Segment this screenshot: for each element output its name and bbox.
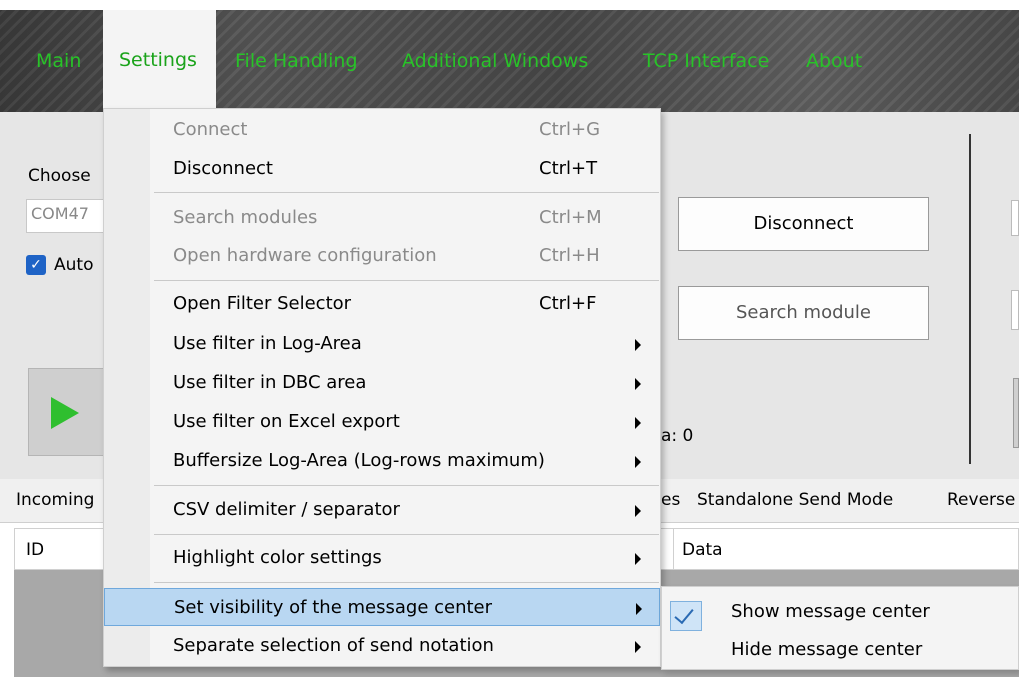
menu-item-shortcut: Ctrl+T xyxy=(539,158,598,179)
menu-separator xyxy=(154,280,659,281)
tab-standalone-send-mode[interactable]: Standalone Send Mode xyxy=(697,490,893,510)
submenu-arrow-icon xyxy=(635,417,641,429)
menu-separator xyxy=(154,485,659,486)
menu-item-label: Open Filter Selector xyxy=(173,293,352,314)
menu-item-label: Highlight color settings xyxy=(173,547,382,568)
search-module-button[interactable]: Search module xyxy=(678,286,929,340)
menu-settings[interactable]: Settings xyxy=(103,10,216,112)
submenu-arrow-icon xyxy=(635,505,641,517)
settings-dropdown: Connect Ctrl+G Disconnect Ctrl+T Search … xyxy=(103,108,661,667)
menu-about[interactable]: About xyxy=(806,49,862,73)
menu-separator xyxy=(154,582,659,583)
menu-settings-label: Settings xyxy=(119,49,197,71)
menu-item-shortcut: Ctrl+M xyxy=(539,207,602,228)
column-id[interactable]: ID xyxy=(26,540,44,560)
menu-item-use-filter-log-area[interactable]: Use filter in Log-Area xyxy=(104,325,660,363)
message-center-submenu: Show message center Hide message center xyxy=(661,586,1019,670)
port-select-value: COM47 xyxy=(31,204,89,223)
menu-tcp-interface[interactable]: TCP Interface xyxy=(643,49,769,73)
menu-item-shortcut: Ctrl+F xyxy=(539,293,597,314)
menu-main[interactable]: Main xyxy=(36,49,81,73)
right-field-edge-2[interactable] xyxy=(1011,290,1019,330)
tab-partial[interactable]: es xyxy=(661,490,680,510)
menu-file-handling[interactable]: File Handling xyxy=(235,49,358,73)
menu-item-connect[interactable]: Connect Ctrl+G xyxy=(104,111,660,149)
menu-item-label: Use filter in Log-Area xyxy=(173,333,362,354)
column-divider xyxy=(673,528,674,570)
menu-item-label: Open hardware configuration xyxy=(173,245,437,266)
tab-incoming[interactable]: Incoming xyxy=(16,490,94,510)
menu-item-open-hardware-configuration[interactable]: Open hardware configuration Ctrl+H xyxy=(104,237,660,275)
menu-item-label: Search modules xyxy=(173,207,318,228)
data-count-label: a: 0 xyxy=(661,426,694,446)
submenu-arrow-icon xyxy=(636,603,642,615)
panel-divider xyxy=(969,134,971,464)
menu-item-send-notation[interactable]: Separate selection of send notation xyxy=(104,627,660,665)
window-top-edge xyxy=(0,0,1019,10)
menu-item-disconnect[interactable]: Disconnect Ctrl+T xyxy=(104,150,660,188)
submenu-arrow-icon xyxy=(635,339,641,351)
menu-item-buffersize-log-area[interactable]: Buffersize Log-Area (Log-rows maximum) xyxy=(104,442,660,480)
tab-reverse[interactable]: Reverse xyxy=(947,490,1015,510)
auto-checkbox-label: Auto xyxy=(54,255,94,275)
menu-item-csv-delimiter[interactable]: CSV delimiter / separator xyxy=(104,491,660,529)
choose-port-label: Choose xyxy=(28,166,91,186)
disconnect-button[interactable]: Disconnect xyxy=(678,197,929,251)
menu-item-label: Separate selection of send notation xyxy=(173,635,494,656)
menu-item-message-center-visibility[interactable]: Set visibility of the message center xyxy=(104,588,660,626)
menu-item-label: CSV delimiter / separator xyxy=(173,499,400,520)
auto-checkbox[interactable]: ✓ xyxy=(26,255,46,275)
menu-item-label: Buffersize Log-Area (Log-rows maximum) xyxy=(173,450,545,471)
menu-item-label: Use filter in DBC area xyxy=(173,372,367,393)
menu-item-label: Use filter on Excel export xyxy=(173,411,400,432)
menu-item-shortcut: Ctrl+H xyxy=(539,245,600,266)
menu-item-search-modules[interactable]: Search modules Ctrl+M xyxy=(104,199,660,237)
menu-item-label: Disconnect xyxy=(173,158,273,179)
column-data[interactable]: Data xyxy=(682,540,723,560)
menu-item-label: Set visibility of the message center xyxy=(174,597,493,618)
submenu-arrow-icon xyxy=(635,378,641,390)
right-button-edge[interactable] xyxy=(1013,378,1019,448)
menu-item-open-filter-selector[interactable]: Open Filter Selector Ctrl+F xyxy=(104,285,660,323)
submenu-arrow-icon xyxy=(635,553,641,565)
submenu-arrow-icon xyxy=(635,641,641,653)
menu-item-use-filter-dbc-area[interactable]: Use filter in DBC area xyxy=(104,364,660,402)
menu-separator xyxy=(154,534,659,535)
right-field-edge[interactable] xyxy=(1011,200,1019,236)
menu-item-use-filter-excel-export[interactable]: Use filter on Excel export xyxy=(104,403,660,441)
menu-item-label: Connect xyxy=(173,119,248,140)
menu-additional-windows[interactable]: Additional Windows xyxy=(402,49,588,73)
submenu-item-show-message-center[interactable]: Show message center xyxy=(662,593,1018,631)
play-icon xyxy=(51,397,79,429)
submenu-item-label: Hide message center xyxy=(731,639,923,660)
submenu-item-hide-message-center[interactable]: Hide message center xyxy=(662,631,1018,669)
menu-item-highlight-color-settings[interactable]: Highlight color settings xyxy=(104,539,660,577)
menu-separator xyxy=(154,192,659,193)
menu-item-shortcut: Ctrl+G xyxy=(539,119,601,140)
submenu-item-label: Show message center xyxy=(731,601,930,622)
play-button[interactable] xyxy=(28,368,106,456)
submenu-arrow-icon xyxy=(635,456,641,468)
checkmark-icon xyxy=(670,601,702,631)
